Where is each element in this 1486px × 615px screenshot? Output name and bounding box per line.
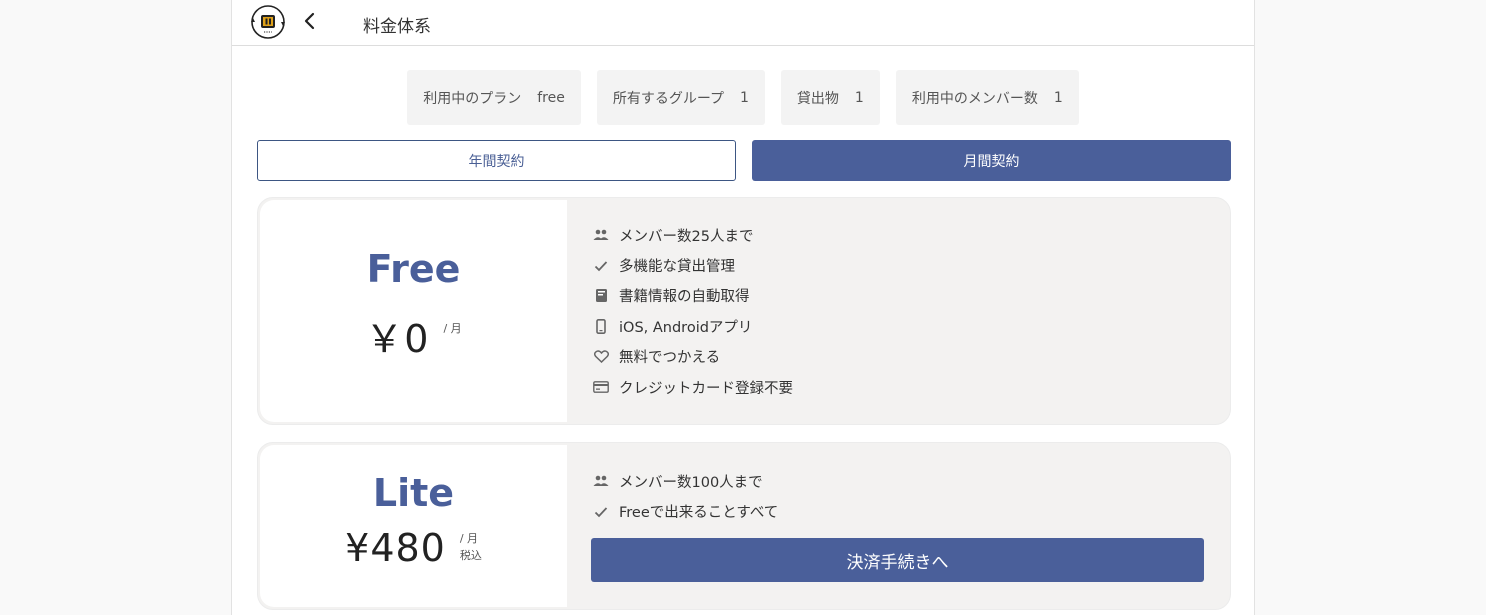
plan-summary: Lite ¥480 / 月 税込 <box>260 445 567 607</box>
feature-list: メンバー数25人まで 多機能な貸出管理 書籍情報の自動取得 iOS, Andro… <box>593 220 793 402</box>
app-logo-icon <box>250 4 286 40</box>
plan-summary: Free ￥0 / 月 <box>260 200 567 422</box>
plan-card-free: Free ￥0 / 月 メンバー数25人まで 多機能な貸出管理 書籍情報の自動取… <box>257 197 1231 425</box>
price-unit-group: / 月 税込 <box>460 530 482 564</box>
price-unit: / 月 <box>443 322 462 335</box>
chevron-left-icon <box>304 12 315 30</box>
plan-price: ￥0 <box>365 317 430 361</box>
feature-item: iOS, Androidアプリ <box>593 311 793 341</box>
feature-item: Freeで出来ることすべて <box>593 496 778 526</box>
feature-text: クレジットカード登録不要 <box>619 380 793 397</box>
stat-label: 貸出物 <box>796 90 839 107</box>
check-icon <box>593 504 609 520</box>
feature-list: メンバー数100人まで Freeで出来ることすべて <box>593 466 778 527</box>
stat-current-plan: 利用中のプラン free <box>407 70 581 125</box>
heart-icon <box>593 349 609 365</box>
feature-item: メンバー数100人まで <box>593 466 778 496</box>
annual-contract-button[interactable]: 年間契約 <box>257 140 736 181</box>
header: 料金体系 <box>232 0 1254 46</box>
price-row: ¥480 / 月 税込 <box>260 526 567 570</box>
usage-stats: 利用中のプラン free 所有するグループ 1 貸出物 1 利用中のメンバー数 … <box>232 70 1254 125</box>
price-row: ￥0 / 月 <box>260 308 567 363</box>
feature-text: 多機能な貸出管理 <box>619 259 735 276</box>
stat-value: 1 <box>1053 89 1063 106</box>
people-icon <box>593 227 609 243</box>
phone-icon <box>593 318 609 334</box>
plan-name: Free <box>366 247 461 291</box>
credit-card-icon <box>593 379 609 395</box>
stat-label: 利用中のメンバー数 <box>911 90 1038 107</box>
feature-item: 多機能な貸出管理 <box>593 250 793 280</box>
feature-item: クレジットカード登録不要 <box>593 372 793 402</box>
checkout-button[interactable]: 決済手続きへ <box>591 538 1204 582</box>
feature-text: Freeで出来ることすべて <box>619 505 779 522</box>
stat-label: 所有するグループ <box>612 90 724 107</box>
stat-loan-items: 貸出物 1 <box>780 70 880 125</box>
plan-card-lite: Lite ¥480 / 月 税込 メンバー数100人まで Freeで出来ることす… <box>257 442 1231 610</box>
feature-text: iOS, Androidアプリ <box>619 319 753 336</box>
monthly-contract-button[interactable]: 月間契約 <box>752 140 1231 181</box>
check-icon <box>593 258 609 274</box>
page-title: 料金体系 <box>363 17 431 37</box>
feature-item: メンバー数25人まで <box>593 220 793 250</box>
stat-value: 1 <box>740 89 749 106</box>
price-unit: / 月 <box>459 532 479 545</box>
tax-included-label: 税込 <box>459 549 482 562</box>
stat-active-members: 利用中のメンバー数 1 <box>895 70 1079 125</box>
feature-item: 書籍情報の自動取得 <box>593 281 793 311</box>
feature-item: 無料でつかえる <box>593 342 793 372</box>
stat-value: free <box>537 89 565 106</box>
main-container: 料金体系 利用中のプラン free 所有するグループ 1 貸出物 1 利用中のメ… <box>231 0 1255 615</box>
feature-text: メンバー数100人まで <box>619 474 763 491</box>
stat-label: 利用中のプラン <box>423 90 522 107</box>
feature-text: メンバー数25人まで <box>619 228 754 245</box>
plan-name: Lite <box>372 471 455 515</box>
stat-owned-groups: 所有するグループ 1 <box>596 70 765 125</box>
book-icon <box>593 288 609 304</box>
feature-text: 書籍情報の自動取得 <box>619 289 750 306</box>
plan-price: ¥480 <box>345 526 446 570</box>
back-button[interactable] <box>298 8 322 34</box>
stat-value: 1 <box>854 89 864 106</box>
people-icon <box>593 473 609 489</box>
feature-text: 無料でつかえる <box>619 350 721 367</box>
